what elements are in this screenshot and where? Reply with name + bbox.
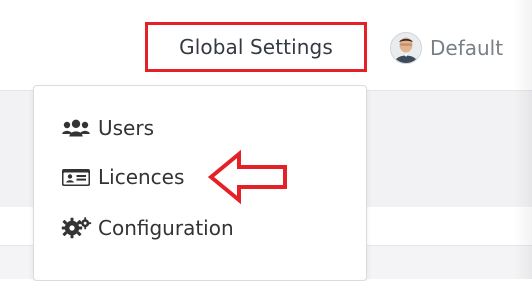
annotation-arrow-icon [207, 149, 287, 205]
menu-item-licences[interactable]: Licences [60, 161, 184, 193]
menu-item-configuration[interactable]: Configuration [60, 212, 234, 244]
right-edge-shadow [514, 0, 532, 279]
menu-item-licences-label: Licences [98, 165, 185, 189]
users-icon [60, 116, 92, 140]
cogs-icon [60, 216, 92, 240]
menu-item-users-label: Users [98, 116, 155, 140]
global-settings-label: Global Settings [179, 35, 333, 59]
user-name: Default [430, 36, 504, 60]
avatar [390, 32, 422, 64]
id-card-icon [60, 165, 92, 189]
page: Global Settings Default Users Licences C… [0, 0, 532, 281]
menu-item-configuration-label: Configuration [98, 216, 234, 240]
menu-item-users[interactable]: Users [60, 112, 154, 144]
settings-dropdown: Users Licences Configuration [33, 85, 367, 281]
global-settings-button[interactable]: Global Settings [145, 22, 367, 72]
user-menu[interactable]: Default [390, 28, 503, 68]
